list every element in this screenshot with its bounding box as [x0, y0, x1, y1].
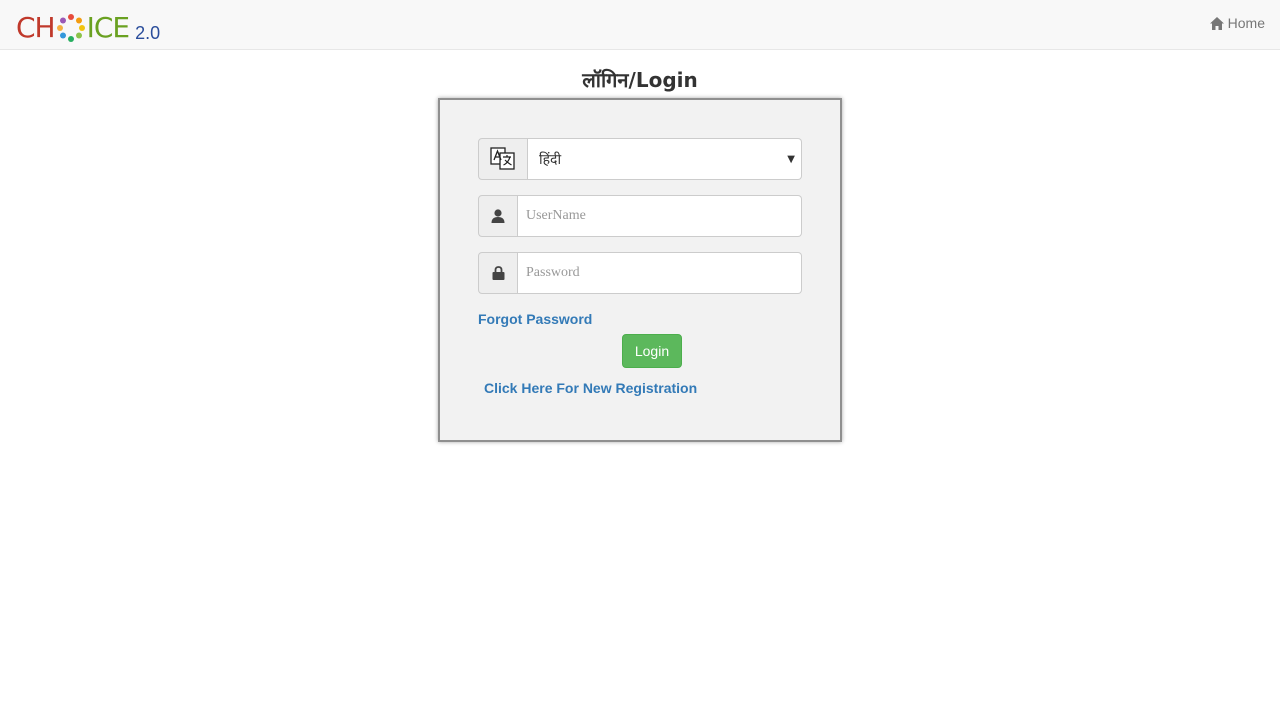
chevron-down-icon: ▼: [787, 154, 795, 165]
logo-text-left: CH: [16, 11, 56, 44]
password-group: [478, 252, 802, 294]
password-input[interactable]: [518, 252, 802, 294]
language-addon: [478, 138, 528, 180]
language-group: हिंदी ▼: [478, 138, 802, 180]
username-input[interactable]: [518, 195, 802, 237]
username-addon: [478, 195, 518, 237]
password-addon: [478, 252, 518, 294]
language-selected-value: हिंदी: [539, 151, 562, 168]
choice-logo[interactable]: CH ICE 2.0: [16, 10, 160, 44]
username-group: [478, 195, 802, 237]
page-title: लॉगिन/Login: [582, 68, 698, 92]
navbar: CH ICE 2.0 Home: [0, 0, 1280, 50]
new-registration-link[interactable]: Click Here For New Registration: [484, 380, 697, 396]
logo-ring-icon: [56, 14, 85, 42]
logo-version: 2.0: [135, 23, 161, 43]
language-select[interactable]: हिंदी ▼: [528, 138, 802, 180]
logo-text-right: ICE: [86, 11, 130, 44]
translate-icon: [490, 147, 515, 170]
logo-wordmark: CH ICE: [16, 11, 130, 44]
home-link[interactable]: Home: [1209, 15, 1265, 31]
forgot-password-link[interactable]: Forgot Password: [478, 311, 592, 327]
home-label: Home: [1227, 15, 1265, 31]
login-button[interactable]: Login: [622, 334, 682, 368]
home-icon: [1209, 16, 1224, 30]
lock-icon: [492, 266, 504, 280]
login-panel: हिंदी ▼ Forgot Password Login Click Here…: [438, 98, 842, 442]
user-icon: [491, 209, 505, 223]
